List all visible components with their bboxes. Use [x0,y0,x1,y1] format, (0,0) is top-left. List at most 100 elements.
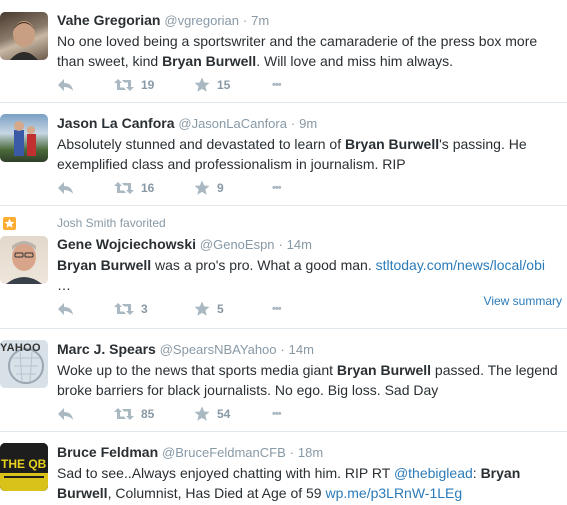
tweet-text: No one loved being a sportswriter and th… [57,31,559,71]
more-button[interactable]: ••• [272,408,282,420]
tweet-link[interactable]: wp.me/p3LRnW-1LEg [325,485,462,501]
tweet-header: Jason La Canfora @JasonLaCanfora · 9m [57,114,559,133]
username[interactable]: @vgregorian [164,13,239,28]
tweet[interactable]: Vahe Gregorian @vgregorian · 7m No one l… [0,0,567,103]
tweet[interactable]: YAHOO Marc J. Spears @SpearsNBAYahoo · 1… [0,329,567,432]
text-ellipsis: … [57,277,71,293]
timestamp[interactable]: 14m [287,237,312,252]
star-icon [194,180,210,195]
timestamp[interactable]: 7m [251,13,269,28]
fullname[interactable]: Bruce Feldman [57,444,158,460]
highlight-name: Bryan Burwell [57,257,152,273]
avatar[interactable] [0,114,48,162]
separator: · [290,116,296,131]
fullname[interactable]: Vahe Gregorian [57,12,160,28]
tweet-header: Vahe Gregorian @vgregorian · 7m [57,11,559,30]
reply-icon [58,182,73,194]
text-segment: was a pro's pro. What a good man. [151,257,376,273]
separator: · [289,445,295,460]
avatar-photo [14,121,36,156]
more-button[interactable]: ••• [272,79,282,91]
social-context: Josh Smith favorited [57,216,166,230]
retweet-button[interactable]: 85 [114,407,194,421]
retweet-count: 3 [141,302,148,316]
tweet-text: Woke up to the news that sports media gi… [57,360,559,400]
star-icon [194,77,210,92]
favorited-star-icon [3,217,16,230]
tweet[interactable]: Jason La Canfora @JasonLaCanfora · 9m Ab… [0,103,567,206]
tweet-text: Absolutely stunned and devastated to lea… [57,134,559,174]
star-icon [194,406,210,421]
separator: · [280,342,285,357]
timeline: Vahe Gregorian @vgregorian · 7m No one l… [0,0,567,505]
favorite-button[interactable]: 54 [194,406,272,422]
reply-icon [58,79,73,91]
more-button[interactable]: ••• [272,182,282,194]
avatar[interactable] [0,12,48,60]
favorite-button[interactable]: 9 [194,180,272,196]
reply-icon [58,303,73,315]
avatar-logo-text: YAHOO [0,342,41,354]
retweet-icon [114,408,134,420]
avatar[interactable]: YAHOO [0,340,48,388]
timestamp[interactable]: 18m [298,445,323,460]
timestamp[interactable]: 14m [289,342,314,357]
reply-button[interactable] [57,181,114,195]
context-label[interactable]: Josh Smith favorited [57,216,166,230]
fullname[interactable]: Marc J. Spears [57,341,156,357]
tweet-text: Sad to see..Always enjoyed chatting with… [57,463,559,503]
favorite-button[interactable]: 15 [194,77,272,93]
fullname[interactable]: Gene Wojciechowski [57,236,196,252]
avatar-photo [6,241,42,284]
text-segment: Absolutely stunned and devastated to lea… [57,136,345,152]
more-icon: ••• [272,408,282,420]
avatar[interactable] [0,236,48,284]
more-button[interactable]: ••• [272,303,282,315]
separator: · [278,237,283,252]
more-icon: ••• [272,79,282,91]
avatar-logo-text: THE QB [1,457,47,471]
highlight-name: Bryan Burwell [344,136,440,152]
text-segment: Woke up to the news that sports media gi… [57,362,337,378]
mention-link[interactable]: @thebiglead [394,465,473,481]
username[interactable]: @JasonLaCanfora [178,116,287,131]
retweet-count: 85 [141,407,155,421]
reply-button[interactable] [57,302,114,316]
username[interactable]: @SpearsNBAYahoo [160,342,277,357]
text-segment: : [472,465,481,481]
tweet-text: Bryan Burwell was a pro's pro. What a go… [57,255,559,295]
more-icon: ••• [272,182,282,194]
favorite-count: 9 [217,181,224,195]
text-segment: , Columnist, Has Died at Age of 59 [107,485,326,501]
highlight-name: Bryan Burwell [162,53,257,69]
star-icon [194,301,210,316]
reply-button[interactable] [57,407,114,421]
favorite-count: 54 [217,407,231,421]
tweet[interactable]: Josh Smith favorited Gene Wojciechowski … [0,206,567,329]
retweet-button[interactable]: 19 [114,78,194,92]
highlight-name: Bryan Burwell [336,362,432,378]
favorite-count: 5 [217,302,224,316]
retweet-icon [114,303,134,315]
view-summary-link[interactable]: View summary [484,294,562,308]
retweet-icon [114,79,134,91]
retweet-button[interactable]: 16 [114,181,194,195]
username[interactable]: @BruceFeldmanCFB [162,445,286,460]
fullname[interactable]: Jason La Canfora [57,115,174,131]
tweet-header: Marc J. Spears @SpearsNBAYahoo · 14m [57,340,559,359]
reply-icon [58,408,73,420]
favorite-button[interactable]: 5 [194,301,272,317]
reply-button[interactable] [57,78,114,92]
tweet-header: Gene Wojciechowski @GenoEspn · 14m [57,235,559,254]
separator: · [242,13,248,28]
username[interactable]: @GenoEspn [200,237,275,252]
tweet-link[interactable]: stltoday.com/news/local/obi [376,257,545,273]
more-icon: ••• [272,303,282,315]
retweet-count: 16 [141,181,155,195]
text-segment: Sad to see..Always enjoyed chatting with… [57,465,394,481]
retweet-button[interactable]: 3 [114,302,194,316]
avatar[interactable]: THE QB [0,443,48,491]
avatar-photo [10,21,38,60]
timestamp[interactable]: 9m [299,116,317,131]
tweet[interactable]: THE QB Bruce Feldman @BruceFeldmanCFB · … [0,432,567,505]
